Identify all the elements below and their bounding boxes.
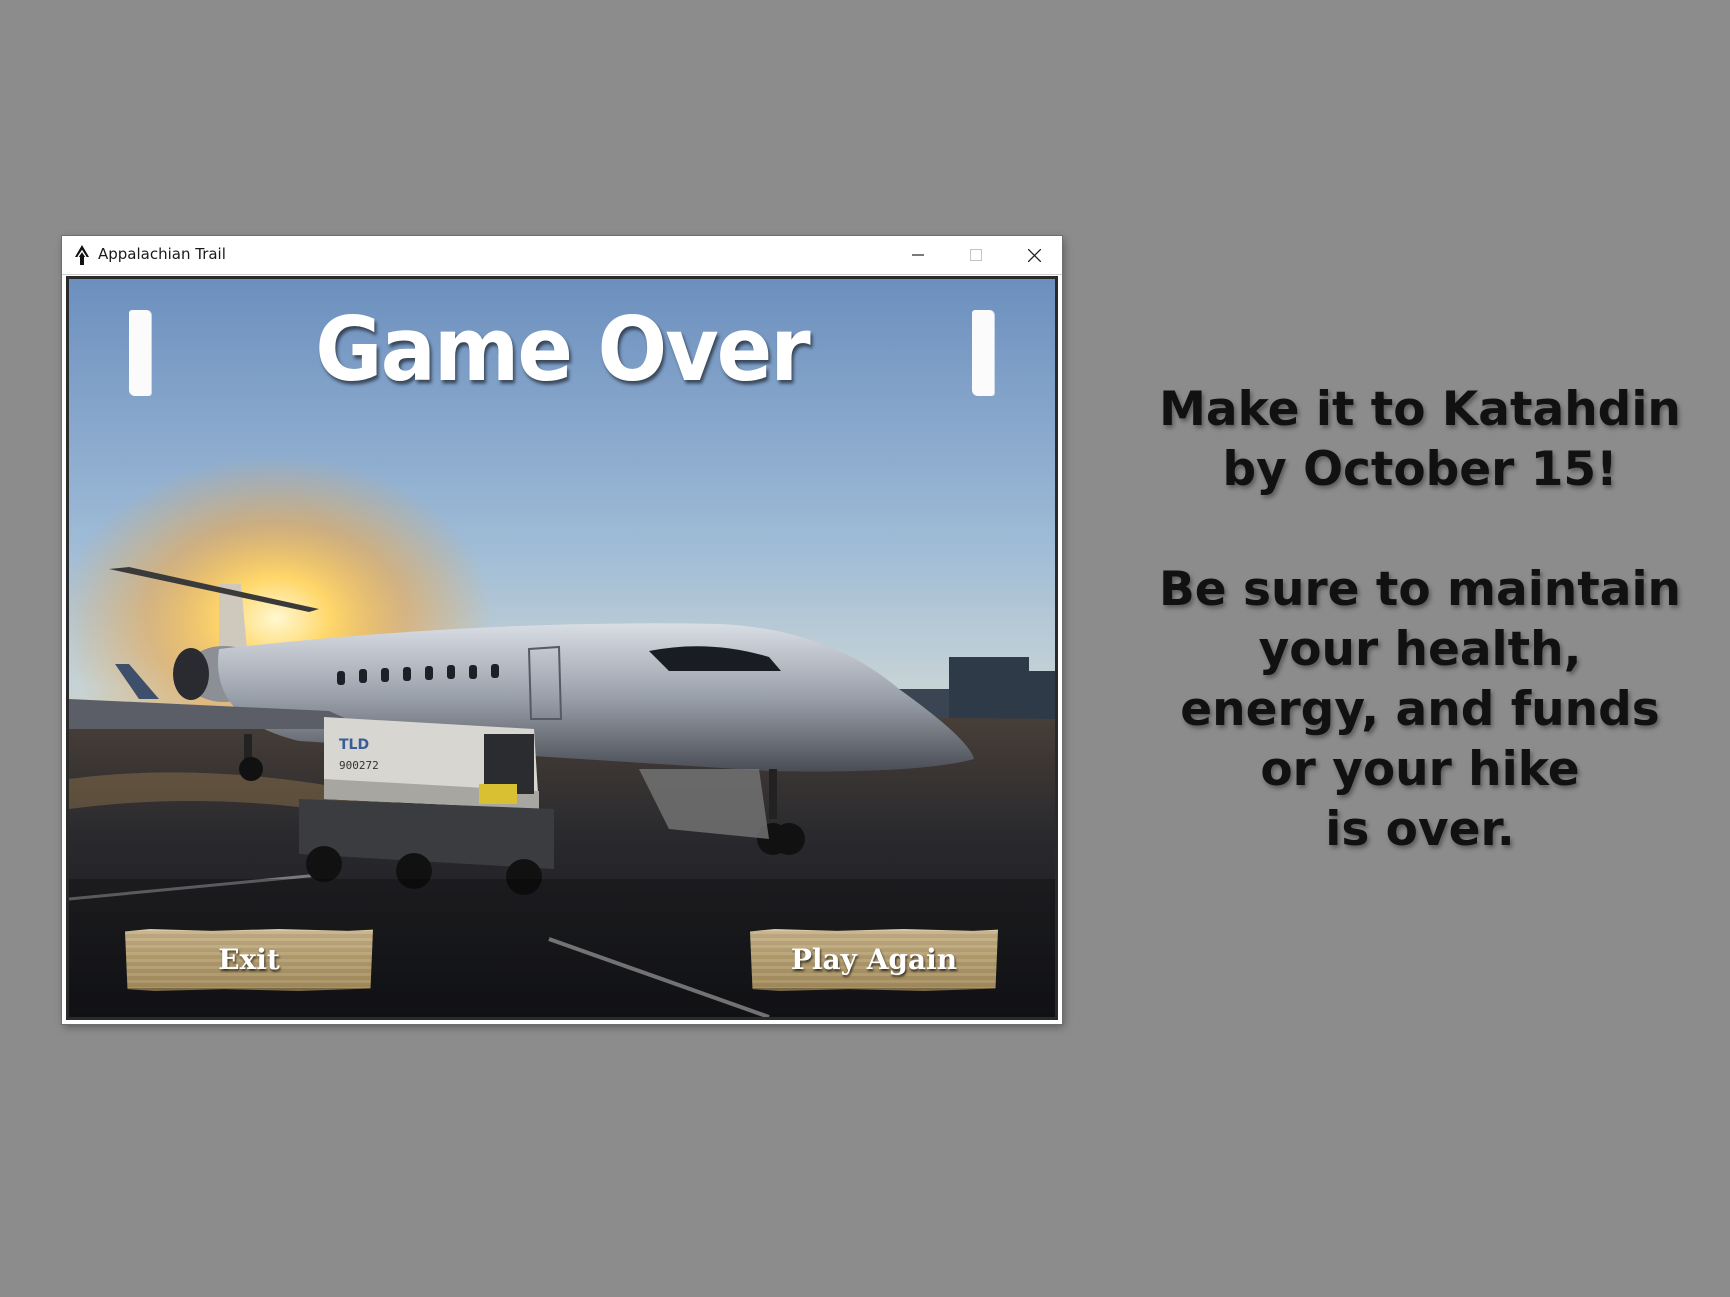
instructions-panel: Make it to Katahdin by October 15! Be su… <box>1140 380 1700 860</box>
svg-text:TLD: TLD <box>339 737 369 753</box>
warning-line-1: Be sure to maintain <box>1158 562 1682 617</box>
game-over-heading: Game Over <box>315 299 810 402</box>
goal-line-2: by October 15! <box>1222 442 1618 497</box>
svg-text:900272: 900272 <box>339 759 379 772</box>
play-again-button-label: Play Again <box>790 943 958 976</box>
minimize-icon <box>912 254 924 256</box>
goal-line-1: Make it to Katahdin <box>1159 382 1681 437</box>
close-button[interactable] <box>1005 236 1063 274</box>
trail-marker-icon <box>75 245 89 265</box>
maximize-icon <box>970 249 982 261</box>
exit-button[interactable]: Exit <box>125 929 373 991</box>
title-bar[interactable]: Appalachian Trail <box>62 236 1062 275</box>
window-title: Appalachian Trail <box>98 245 226 263</box>
warning-line-2: your health, <box>1258 622 1582 677</box>
game-canvas: TLD 900272 Game Over Exit Play Again <box>66 276 1058 1020</box>
warning-line-5: is over. <box>1325 802 1515 857</box>
game-window: Appalachian Trail TLD 900272 Game Over E… <box>62 236 1062 1024</box>
minimize-button[interactable] <box>889 236 947 274</box>
exit-button-label: Exit <box>218 943 280 976</box>
close-icon <box>1027 248 1041 262</box>
maximize-button[interactable] <box>947 236 1005 274</box>
play-again-button[interactable]: Play Again <box>750 929 998 991</box>
warning-line-4: or your hike <box>1260 742 1580 797</box>
warning-line-3: energy, and funds <box>1180 682 1660 737</box>
